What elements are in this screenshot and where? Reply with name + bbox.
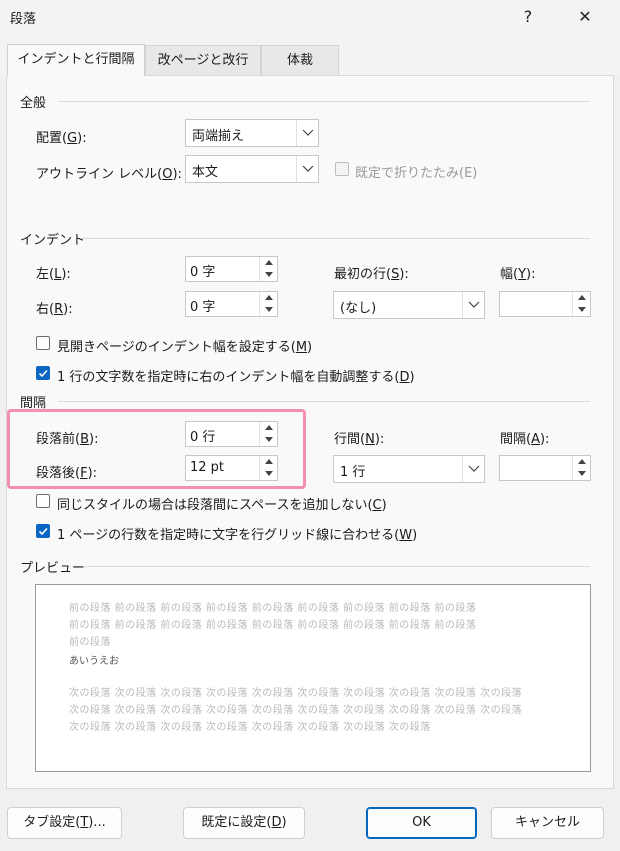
indent-width-spinner[interactable]: [499, 291, 591, 317]
indent-right-label: 右(R):: [36, 302, 73, 317]
spin-up-button[interactable]: [260, 257, 278, 269]
collapse-checkbox[interactable]: [335, 162, 349, 176]
highlight-box: [7, 409, 306, 489]
close-button[interactable]: ✕: [565, 4, 605, 30]
help-button[interactable]: ?: [508, 4, 548, 30]
section-preview-title: プレビュー: [20, 561, 86, 576]
checkmark-icon: [38, 527, 48, 536]
indent-right-spinner[interactable]: 0 字: [185, 291, 278, 317]
chevron-down-icon: [296, 156, 318, 182]
spin-down-button[interactable]: [260, 269, 278, 281]
alignment-value: 両端揃え: [192, 129, 245, 144]
preview-next-line: 次の段落 次の段落 次の段落 次の段落 次の段落 次の段落 次の段落 次の段落: [69, 722, 431, 733]
auto-adjust-label: 1 行の文字数を指定時に右のインデント幅を自動調整する(D): [57, 370, 415, 385]
no-space-same-style-checkbox[interactable]: [36, 494, 50, 508]
snap-grid-label: 1 ページの行数を指定時に文字を行グリッド線に合わせる(W): [57, 528, 418, 543]
chevron-down-icon: [462, 292, 484, 318]
divider: [82, 238, 590, 239]
mirror-indent-checkbox[interactable]: [36, 336, 50, 350]
preview-prev-line: 前の段落 前の段落 前の段落 前の段落 前の段落 前の段落 前の段落 前の段落 …: [69, 603, 477, 614]
preview-prev-line: 前の段落 前の段落 前の段落 前の段落 前の段落 前の段落 前の段落 前の段落 …: [69, 620, 477, 631]
alignment-label: 配置(G):: [36, 131, 87, 146]
first-line-select[interactable]: (なし): [333, 291, 485, 319]
tab-typography[interactable]: 体裁: [261, 45, 339, 75]
tab-indent-spacing[interactable]: インデントと行間隔: [7, 44, 145, 76]
spin-down-button[interactable]: [260, 304, 278, 316]
spin-up-button[interactable]: [573, 292, 591, 304]
collapse-label: 既定で折りたたみ(E): [355, 166, 478, 181]
preview-sample-text: あいうえお: [69, 656, 119, 667]
ok-button[interactable]: OK: [366, 807, 477, 839]
section-general-title: 全般: [20, 96, 47, 111]
window-title: 段落: [10, 12, 37, 27]
spacing-at-spinner[interactable]: [499, 455, 591, 481]
set-default-button[interactable]: 既定に設定(D): [183, 807, 305, 839]
preview-next-line: 次の段落 次の段落 次の段落 次の段落 次の段落 次の段落 次の段落 次の段落 …: [69, 688, 523, 699]
section-indent-title: インデント: [20, 233, 86, 248]
divider: [58, 401, 590, 402]
indent-width-label: 幅(Y):: [500, 267, 536, 282]
no-space-same-style-label: 同じスタイルの場合は段落間にスペースを追加しない(C): [57, 498, 387, 513]
indent-left-label: 左(L):: [36, 267, 71, 282]
outline-level-label: アウトライン レベル(O):: [36, 167, 182, 182]
outline-level-value: 本文: [192, 165, 219, 180]
spin-up-button[interactable]: [260, 292, 278, 304]
preview-prev-line: 前の段落: [69, 637, 111, 648]
line-spacing-select[interactable]: 1 行: [333, 455, 485, 483]
cancel-button[interactable]: キャンセル: [491, 807, 604, 839]
indent-left-spinner[interactable]: 0 字: [185, 256, 278, 282]
checkmark-icon: [38, 369, 48, 378]
spin-down-button[interactable]: [573, 304, 591, 316]
spin-up-button[interactable]: [573, 456, 591, 468]
auto-adjust-checkbox[interactable]: [36, 366, 50, 380]
mirror-indent-label: 見開きページのインデント幅を設定する(M): [57, 340, 313, 355]
spacing-at-label: 間隔(A):: [500, 432, 550, 447]
close-icon: ✕: [578, 7, 592, 26]
outline-level-select[interactable]: 本文: [185, 155, 319, 183]
chevron-down-icon: [296, 120, 318, 146]
spin-down-button[interactable]: [573, 468, 591, 480]
preview-next-line: 次の段落 次の段落 次の段落 次の段落 次の段落 次の段落 次の段落 次の段落 …: [69, 705, 523, 716]
tab-line-page-breaks[interactable]: 改ページと改行: [145, 45, 261, 75]
divider: [58, 101, 590, 102]
divider: [83, 566, 590, 567]
alignment-select[interactable]: 両端揃え: [185, 119, 319, 147]
tabs-button[interactable]: タブ設定(T)...: [7, 807, 122, 839]
line-spacing-label: 行間(N):: [334, 432, 385, 447]
snap-grid-checkbox[interactable]: [36, 524, 50, 538]
chevron-down-icon: [462, 456, 484, 482]
first-line-label: 最初の行(S):: [334, 267, 409, 282]
preview-box: 前の段落 前の段落 前の段落 前の段落 前の段落 前の段落 前の段落 前の段落 …: [35, 584, 591, 772]
